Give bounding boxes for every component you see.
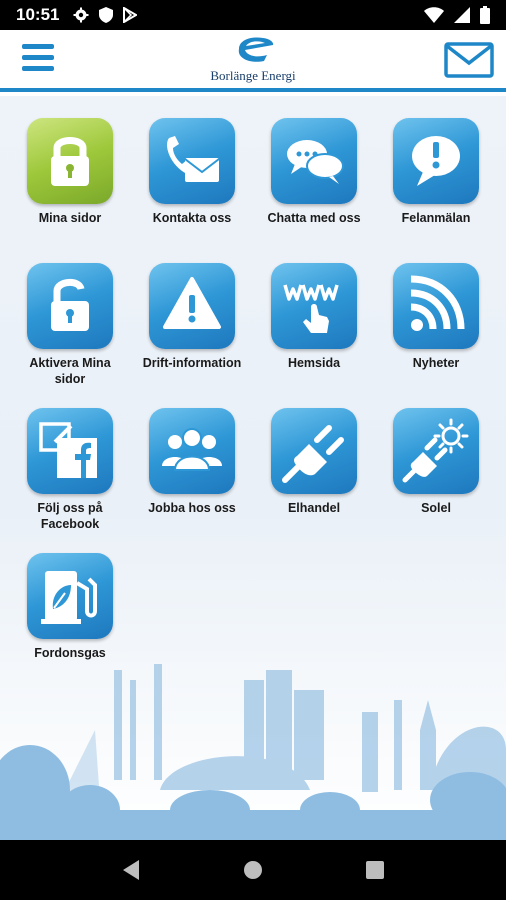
tile-label: Jobba hos oss (148, 501, 236, 515)
signal-icon (454, 7, 470, 23)
brand-name: Borlänge Energi (210, 68, 296, 83)
tile-label: Mina sidor (38, 211, 102, 225)
tile-elhandel[interactable]: Elhandel (259, 408, 369, 516)
rss-icon (410, 275, 465, 331)
tile-label: Chatta med oss (267, 211, 361, 225)
tile-label: Solel (421, 501, 451, 515)
phone-mail-icon (167, 136, 220, 182)
tile-label: Drift-information (142, 356, 242, 370)
status-time: 10:51 (16, 5, 60, 24)
tile-label: Nyheter (412, 356, 460, 370)
back-icon (123, 860, 139, 880)
tile-label: Elhandel (287, 501, 341, 515)
tile-mina-sidor[interactable]: Mina sidor (15, 118, 125, 226)
gear-icon (73, 7, 89, 23)
tile-chatta-med-oss[interactable]: Chatta med oss (259, 118, 369, 226)
tile-jobba-hos-oss[interactable]: Jobba hos oss (137, 408, 247, 516)
lock-icon (51, 137, 89, 186)
www-icon (283, 284, 339, 333)
sun-plug-icon (402, 418, 469, 483)
recents-icon (366, 861, 384, 879)
warning-icon (163, 277, 221, 329)
tile-label: Fordonsgas (34, 646, 106, 660)
tile-drift-information[interactable]: Drift-information (137, 263, 247, 371)
tile-label: Kontakta oss (152, 211, 232, 225)
mail-button[interactable] (444, 42, 494, 78)
battery-icon (480, 6, 490, 24)
app-header: Borlänge Energi (0, 30, 506, 92)
status-bar: 10:51 (0, 0, 506, 30)
tile-solel[interactable]: Solel (381, 408, 491, 516)
exclamation-bubble-icon (412, 136, 460, 186)
unlock-icon (51, 279, 89, 331)
shield-icon (99, 7, 114, 23)
tile-label: Hemsida (287, 356, 341, 370)
facebook-icon (39, 422, 97, 478)
tile-label: Aktivera Mina sidor (29, 356, 111, 386)
tile-label: Felanmälan (401, 211, 471, 225)
home-button[interactable] (233, 850, 273, 890)
tile-facebook[interactable]: Följ oss på Facebook (15, 408, 125, 532)
gas-pump-icon (41, 571, 97, 624)
city-skyline-illustration (0, 664, 506, 840)
brand-logo: Borlänge Energi (0, 36, 506, 84)
tile-nyheter[interactable]: Nyheter (381, 263, 491, 371)
play-store-icon (123, 7, 138, 23)
main-content: Mina sidor Kontakta oss Chatta med oss F… (0, 96, 506, 840)
wifi-icon (424, 7, 444, 23)
home-icon (244, 861, 262, 879)
tile-aktivera-mina-sidor[interactable]: Aktivera Mina sidor (15, 263, 125, 387)
tile-kontakta-oss[interactable]: Kontakta oss (137, 118, 247, 226)
mail-icon (444, 42, 494, 78)
tile-label: Följ oss på Facebook (37, 501, 103, 531)
recents-button[interactable] (355, 850, 395, 890)
system-nav-bar (0, 840, 506, 900)
tile-fordonsgas[interactable]: Fordonsgas (15, 553, 125, 661)
tile-felanmalan[interactable]: Felanmälan (381, 118, 491, 226)
borlange-energi-logo-icon (238, 37, 274, 62)
plug-icon (282, 425, 344, 483)
people-icon (162, 428, 222, 471)
back-button[interactable] (111, 850, 151, 890)
chat-icon (287, 140, 344, 184)
tile-hemsida[interactable]: Hemsida (259, 263, 369, 371)
